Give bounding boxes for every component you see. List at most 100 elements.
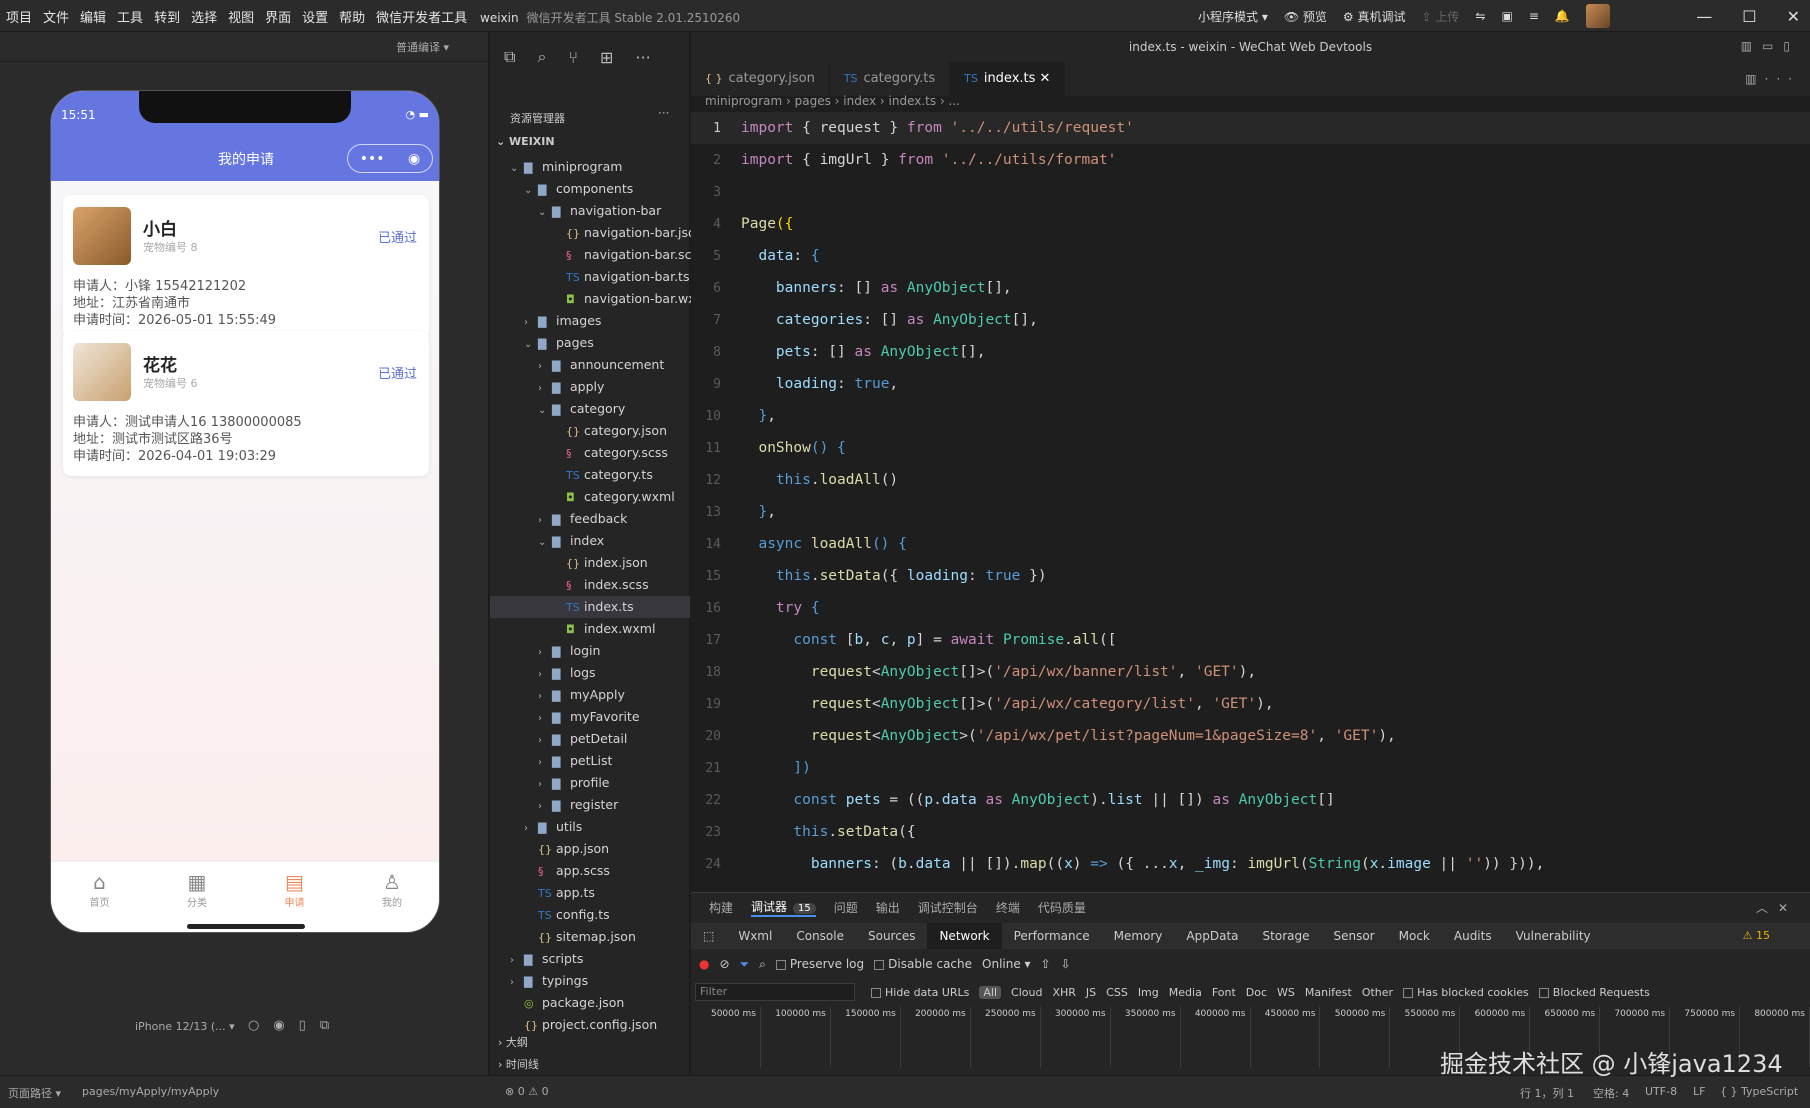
chevron-right-icon[interactable]: › xyxy=(538,378,552,400)
type-filter[interactable]: Img xyxy=(1138,986,1159,999)
devtools-tab[interactable]: 调试器 15 xyxy=(751,898,816,917)
menu-item[interactable]: 选择 xyxy=(191,7,217,26)
panel-tab-appdata[interactable]: AppData xyxy=(1174,929,1250,943)
page-path-select[interactable]: 页面路径 ▾ xyxy=(8,1085,61,1101)
throttle-select[interactable]: Online ▾ xyxy=(982,957,1031,971)
folder-item[interactable]: › ▇ utils xyxy=(490,816,690,838)
cursor-position[interactable]: 行 1，列 1 xyxy=(1520,1085,1574,1101)
file-item[interactable]: {} category.json xyxy=(490,420,690,442)
explorer-more-icon[interactable]: ··· xyxy=(658,106,669,120)
chevron-right-icon[interactable]: › xyxy=(510,950,524,972)
menu-item[interactable]: 视图 xyxy=(228,7,254,26)
file-item[interactable]: ◎ package.json xyxy=(490,992,690,1014)
folder-item[interactable]: › ▇ apply xyxy=(490,376,690,398)
disable-cache-checkbox[interactable]: Disable cache xyxy=(874,957,972,971)
menu-item[interactable]: 设置 xyxy=(302,7,328,26)
chevron-down-icon[interactable]: ⌄ xyxy=(524,334,538,356)
has-blocked-checkbox[interactable]: Has blocked cookies xyxy=(1403,986,1529,999)
menu-item[interactable]: 微信开发者工具 xyxy=(376,7,467,26)
chevron-right-icon[interactable]: › xyxy=(538,356,552,378)
close-tab-icon[interactable]: ✕ xyxy=(1035,71,1051,86)
bell-icon[interactable]: 🔔 xyxy=(1555,9,1570,23)
timeline-section[interactable]: › 时间线 xyxy=(498,1056,539,1072)
type-filter[interactable]: Cloud xyxy=(1011,986,1042,999)
blocked-req-checkbox[interactable]: Blocked Requests xyxy=(1538,986,1650,999)
file-item[interactable]: § app.scss xyxy=(490,860,690,882)
indent-setting[interactable]: 空格: 4 xyxy=(1593,1085,1629,1101)
preview-button[interactable]: 👁 预览 xyxy=(1284,8,1327,25)
folder-item[interactable]: › ▇ images xyxy=(490,310,690,332)
tab-user[interactable]: ♙ 我的 xyxy=(344,870,440,909)
menu-item[interactable]: 界面 xyxy=(265,7,291,26)
chevron-right-icon[interactable]: › xyxy=(538,752,552,774)
editor-tab[interactable]: TS category.ts xyxy=(830,62,951,96)
folder-item[interactable]: › ▇ myApply xyxy=(490,684,690,706)
panel-tab-network[interactable]: Network xyxy=(927,923,1002,949)
folder-item[interactable]: ⌄ ▇ pages xyxy=(490,332,690,354)
file-item[interactable]: {} sitemap.json xyxy=(490,926,690,948)
devtools-tab[interactable]: 问题 xyxy=(834,899,858,916)
folder-item[interactable]: › ▇ feedback xyxy=(490,508,690,530)
layout-icon[interactable]: ▣ xyxy=(1501,9,1512,23)
folder-item[interactable]: › ▇ scripts xyxy=(490,948,690,970)
close-target-icon[interactable]: ◉ xyxy=(408,151,420,167)
outline-section[interactable]: › 大纲 xyxy=(498,1034,528,1050)
upload-button[interactable]: ⇪ 上传 xyxy=(1422,8,1460,25)
file-item[interactable]: TS navigation-bar.ts xyxy=(490,266,690,288)
extensions-icon[interactable]: ⊞ xyxy=(600,48,613,67)
type-filter[interactable]: XHR xyxy=(1052,986,1075,999)
filter-input[interactable]: Filter xyxy=(695,983,855,1001)
chevron-down-icon[interactable]: ⌄ xyxy=(538,400,552,422)
type-filter[interactable]: Font xyxy=(1212,986,1236,999)
chevron-right-icon[interactable]: › xyxy=(524,312,538,334)
folder-item[interactable]: › ▇ logs xyxy=(490,662,690,684)
file-item[interactable]: § category.scss xyxy=(490,442,690,464)
folder-item[interactable]: › ▇ petDetail xyxy=(490,728,690,750)
more-icon[interactable]: ••• xyxy=(360,151,385,167)
minimize-icon[interactable]: — xyxy=(1696,7,1712,26)
chevron-right-icon[interactable]: › xyxy=(538,664,552,686)
close-icon[interactable]: ✕ xyxy=(1787,7,1800,26)
language-mode[interactable]: { } TypeScript xyxy=(1720,1085,1798,1098)
menu-item[interactable]: 帮助 xyxy=(339,7,365,26)
panel-tab-performance[interactable]: Performance xyxy=(1002,929,1102,943)
chevron-right-icon[interactable]: › xyxy=(538,510,552,532)
file-item[interactable]: TS app.ts xyxy=(490,882,690,904)
folder-item[interactable]: ⌄ ▇ category xyxy=(490,398,690,420)
file-item[interactable]: § index.scss xyxy=(490,574,690,596)
type-filter[interactable]: Media xyxy=(1169,986,1202,999)
hide-data-urls-checkbox[interactable]: Hide data URLs xyxy=(871,986,969,999)
folder-item[interactable]: › ▇ myFavorite xyxy=(490,706,690,728)
file-item[interactable]: ◘ navigation-bar.wxml xyxy=(490,288,711,310)
filter-icon[interactable]: ⏷ xyxy=(740,957,750,972)
folder-item[interactable]: › ▇ petList xyxy=(490,750,690,772)
file-item[interactable]: ◘ category.wxml xyxy=(490,486,690,508)
menu-item[interactable]: 工具 xyxy=(117,7,143,26)
folder-item[interactable]: ⌄ ▇ navigation-bar xyxy=(490,200,690,222)
devtools-tab[interactable]: 构建 xyxy=(709,899,733,916)
panel-tab-audits[interactable]: Audits xyxy=(1442,929,1504,943)
folder-item[interactable]: ⌄ ▇ miniprogram xyxy=(490,156,690,178)
chevron-right-icon[interactable]: › xyxy=(524,818,538,840)
panel-tab-mock[interactable]: Mock xyxy=(1387,929,1442,943)
menu-item[interactable]: 转到 xyxy=(154,7,180,26)
chevron-right-icon[interactable]: › xyxy=(538,730,552,752)
devtools-tab[interactable]: 代码质量 xyxy=(1038,899,1086,916)
search-icon[interactable]: ⌕ xyxy=(537,47,546,67)
menu-item[interactable]: 编辑 xyxy=(80,7,106,26)
export-icon[interactable]: ⇩ xyxy=(1061,957,1071,971)
chevron-down-icon[interactable]: ⌄ xyxy=(538,532,552,554)
file-item[interactable]: TS index.ts xyxy=(490,596,690,618)
import-icon[interactable]: ⇧ xyxy=(1041,957,1051,971)
search-icon[interactable]: ⌕ xyxy=(759,957,766,972)
type-filter[interactable]: Manifest xyxy=(1305,986,1352,999)
editor-tab[interactable]: { } category.json xyxy=(691,62,830,96)
panel-tab-console[interactable]: Console xyxy=(784,929,856,943)
git-icon[interactable]: ⑂ xyxy=(568,48,578,67)
panel-tab-storage[interactable]: Storage xyxy=(1251,929,1322,943)
encoding[interactable]: UTF-8 xyxy=(1645,1085,1677,1098)
record-icon[interactable]: ● xyxy=(699,957,709,971)
folder-item[interactable]: › ▇ register xyxy=(490,794,690,816)
preserve-log-checkbox[interactable]: Preserve log xyxy=(775,957,864,971)
maximize-icon[interactable]: ☐ xyxy=(1742,7,1756,26)
